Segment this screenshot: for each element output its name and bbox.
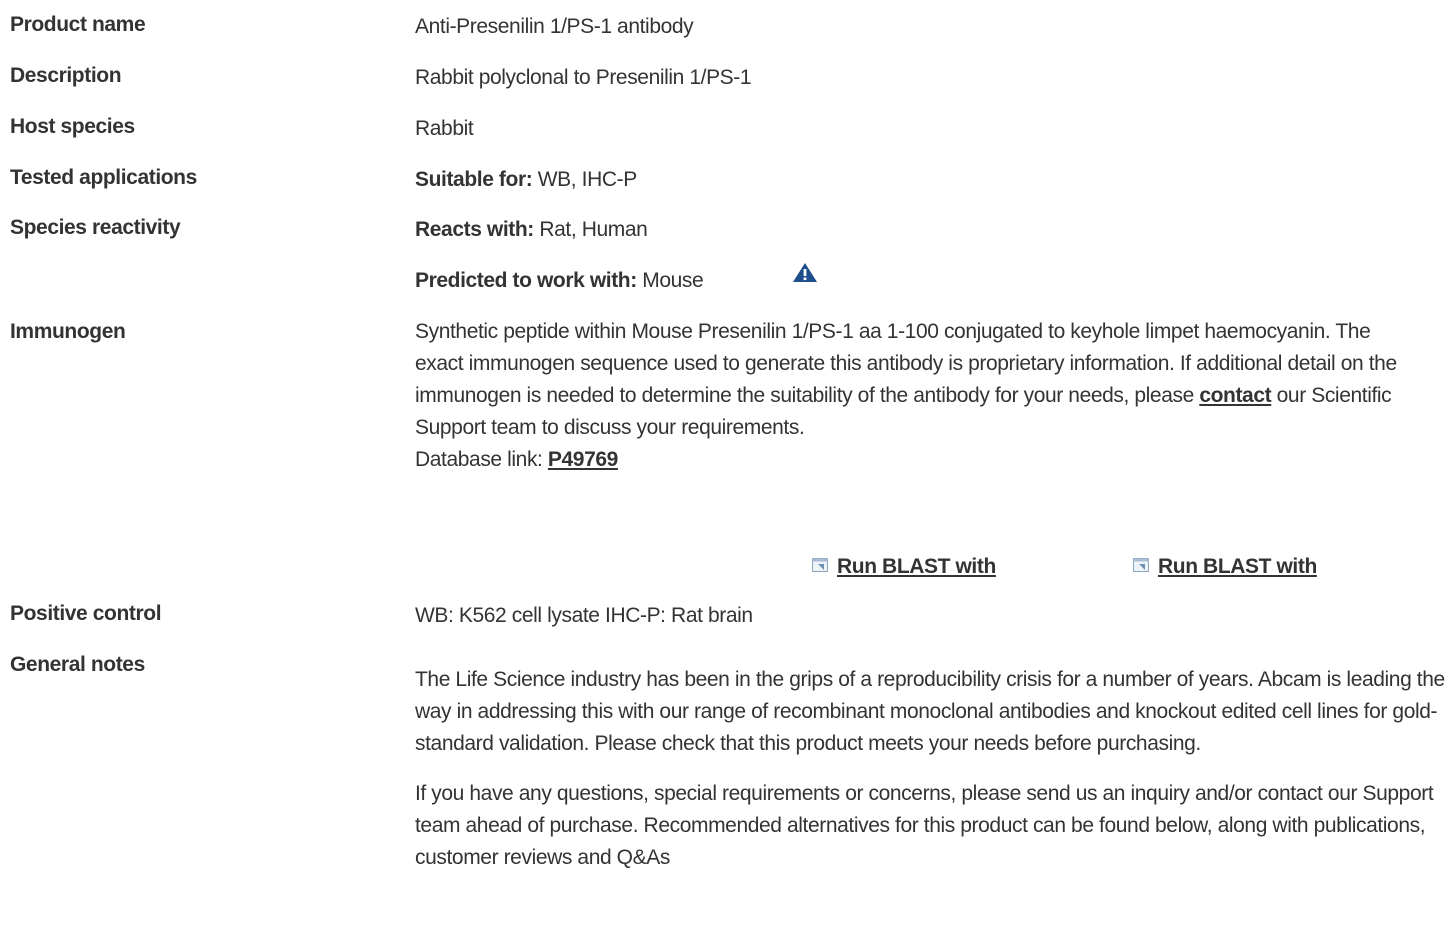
value-host-species: Rabbit (415, 117, 474, 140)
warning-triangle-icon[interactable] (792, 262, 818, 290)
value-tested-applications: Suitable for: WB, IHC-P (415, 166, 1448, 194)
label-host-species: Host species (10, 115, 135, 138)
value-predicted: Predicted to work with: Mouse (415, 267, 1448, 295)
immunogen-text: Synthetic peptide within Mouse Presenili… (415, 316, 1408, 444)
general-notes-paragraph-1: The Life Science industry has been in th… (415, 668, 1445, 755)
run-blast-label-2: Run BLAST with (1158, 555, 1317, 578)
run-blast-label-1: Run BLAST with (837, 555, 996, 578)
suitable-for-prefix: Suitable for: (415, 168, 533, 191)
value-positive-control: WB: K562 cell lysate IHC-P: Rat brain (415, 604, 753, 627)
value-immunogen: Synthetic peptide within Mouse Presenili… (415, 316, 1408, 476)
external-link-icon (812, 554, 828, 572)
contact-link[interactable]: contact (1199, 384, 1271, 407)
label-positive-control: Positive control (10, 602, 162, 625)
run-blast-link-1[interactable]: Run BLAST with (812, 554, 996, 579)
general-notes-paragraph-2: If you have any questions, special requi… (415, 782, 1434, 869)
suitable-for-value: WB, IHC-P (537, 168, 637, 191)
label-immunogen: Immunogen (10, 320, 126, 343)
label-general-notes: General notes (10, 653, 145, 676)
reacts-with-prefix: Reacts with: (415, 218, 534, 241)
predicted-value: Mouse (642, 269, 704, 292)
value-description: Rabbit polyclonal to Presenilin 1/PS-1 (415, 66, 752, 89)
predicted-prefix: Predicted to work with: (415, 269, 637, 292)
value-general-notes: The Life Science industry has been in th… (415, 664, 1448, 874)
database-prefix: Database link: (415, 448, 548, 471)
label-tested-applications: Tested applications (10, 166, 197, 189)
database-link[interactable]: P49769 (548, 448, 618, 471)
database-line: Database link: P49769 (415, 444, 1408, 476)
label-product-name: Product name (10, 13, 146, 36)
label-species-reactivity: Species reactivity (10, 216, 181, 239)
run-blast-link-2[interactable]: Run BLAST with (1133, 554, 1317, 579)
value-product-name: Anti-Presenilin 1/PS-1 antibody (415, 15, 694, 38)
value-reacts-with: Reacts with: Rat, Human (415, 216, 1448, 244)
label-description: Description (10, 64, 122, 87)
reacts-with-value: Rat, Human (539, 218, 648, 241)
external-link-icon (1133, 554, 1149, 572)
